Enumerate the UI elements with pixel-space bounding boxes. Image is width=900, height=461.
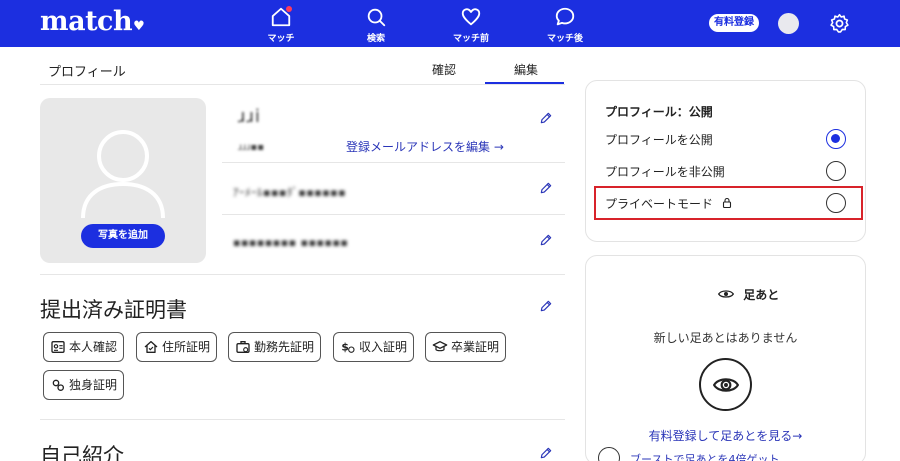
large-eye-icon bbox=[713, 378, 739, 392]
edit-field-pencil-icon[interactable] bbox=[539, 181, 553, 195]
premium-signup-button[interactable]: 有料登録 bbox=[709, 14, 759, 32]
certificate-label: 卒業証明 bbox=[451, 340, 500, 354]
certificate-address: 住所証明 bbox=[136, 332, 218, 362]
certificate-label: 本人確認 bbox=[69, 340, 118, 354]
divider bbox=[40, 419, 565, 420]
footprint-empty-message: 新しい足あとはありません bbox=[653, 331, 798, 345]
nav-match[interactable]: マッチ bbox=[246, 6, 316, 44]
certificate-employment: 勤務先証明 bbox=[228, 332, 322, 362]
option-private-radio[interactable] bbox=[826, 161, 846, 181]
notification-badge bbox=[286, 6, 292, 12]
page-title: プロフィール bbox=[48, 65, 126, 80]
certificate-identity: 本人確認 bbox=[43, 332, 125, 362]
match-logo[interactable]: match♥ bbox=[40, 6, 145, 37]
option-public-radio[interactable] bbox=[826, 129, 846, 149]
tab-confirm[interactable]: 確認 bbox=[432, 61, 456, 78]
nav-label: マッチ後 bbox=[546, 34, 583, 44]
certificates-title: 提出済み証明書 bbox=[40, 298, 187, 322]
nav-label: 検索 bbox=[366, 34, 385, 44]
option-public-label[interactable]: プロフィールを公開 bbox=[605, 131, 713, 148]
search-icon bbox=[367, 8, 386, 27]
svg-text:$: $ bbox=[341, 340, 348, 353]
nav-label: マッチ前 bbox=[452, 34, 489, 44]
certificate-label: 独身証明 bbox=[69, 378, 118, 392]
self-introduction-title: 自己紹介 bbox=[40, 444, 124, 461]
certificate-label: 勤務先証明 bbox=[254, 340, 315, 354]
visibility-heading: プロフィール：公開 bbox=[605, 105, 713, 119]
view-footprints-link[interactable]: 有料登録して足あとを見る→ bbox=[585, 427, 866, 444]
graduation-cap-icon bbox=[432, 341, 448, 352]
edit-certificates-pencil-icon[interactable] bbox=[539, 299, 553, 313]
certificate-single: 独身証明 bbox=[43, 370, 125, 400]
chat-bubble-icon bbox=[555, 7, 575, 26]
divider bbox=[40, 84, 565, 85]
id-card-icon bbox=[51, 341, 65, 353]
nav-after-match[interactable]: マッチ後 bbox=[530, 6, 600, 44]
dollar-check-icon: $ bbox=[341, 340, 355, 353]
profile-name: ɹɹi bbox=[238, 106, 261, 127]
certificate-income: $ 収入証明 bbox=[333, 332, 415, 362]
tab-edit[interactable]: 編集 bbox=[514, 61, 538, 78]
profile-field-value: ｱｰﾒｰﾙ▪▪▪ﾀﾞ▪▪▪▪▪▪ bbox=[233, 186, 347, 199]
single-status-icon bbox=[52, 379, 64, 391]
edit-intro-pencil-icon[interactable] bbox=[539, 446, 553, 460]
footprint-eye-badge bbox=[699, 358, 752, 411]
profile-field-value: ▪▪▪▪▪▪▪▪ ▪▪▪▪▪▪ bbox=[233, 236, 349, 249]
certificate-graduation: 卒業証明 bbox=[425, 332, 507, 362]
footprint-title-text: 足あと bbox=[743, 288, 780, 302]
profile-email: ɹɹɹ▪▪ bbox=[238, 142, 264, 153]
edit-field-pencil-icon[interactable] bbox=[539, 233, 553, 247]
avatar[interactable] bbox=[778, 13, 799, 34]
certificate-label: 住所証明 bbox=[162, 340, 211, 354]
nav-search[interactable]: 検索 bbox=[341, 6, 411, 44]
person-silhouette-icon bbox=[81, 130, 165, 219]
top-navigation-bar: match♥ マッチ 検索 マッチ前 マッチ後 有料登録 bbox=[0, 0, 900, 47]
edit-name-pencil-icon[interactable] bbox=[539, 111, 553, 125]
nav-label: マッチ bbox=[267, 34, 295, 44]
certificate-label: 収入証明 bbox=[359, 340, 408, 354]
divider bbox=[222, 162, 565, 163]
private-mode-highlight-box bbox=[594, 186, 863, 220]
option-private-label[interactable]: プロフィールを非公開 bbox=[605, 163, 725, 180]
house-check-icon bbox=[144, 341, 158, 353]
gear-icon bbox=[830, 13, 849, 33]
divider bbox=[40, 274, 565, 275]
add-photo-button[interactable]: 写真を追加 bbox=[81, 224, 165, 248]
divider bbox=[222, 214, 565, 215]
eye-icon bbox=[717, 290, 735, 298]
nav-before-match[interactable]: マッチ前 bbox=[436, 6, 506, 44]
edit-email-link[interactable]: 登録メールアドレスを編集 → bbox=[346, 138, 504, 155]
settings-button[interactable] bbox=[829, 13, 850, 38]
footprint-title: 足あと bbox=[717, 286, 780, 303]
heart-icon bbox=[461, 8, 481, 26]
boost-link[interactable]: ブーストで足あとを4倍ゲット bbox=[630, 451, 779, 461]
profile-photo-placeholder[interactable]: 写真を追加 bbox=[40, 98, 206, 263]
briefcase-check-icon bbox=[236, 341, 250, 353]
